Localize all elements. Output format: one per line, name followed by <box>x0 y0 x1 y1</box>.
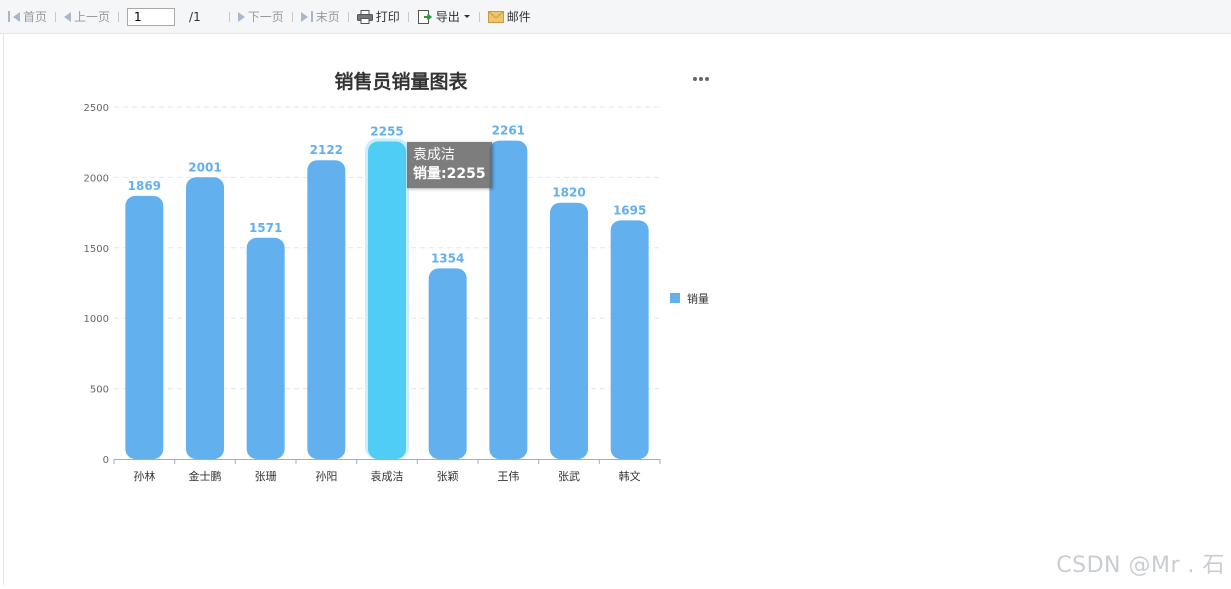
x-tick-label: 张武 <box>558 470 580 483</box>
watermark: CSDN @Mr . 石 <box>1056 547 1225 579</box>
print-button[interactable]: 打印 <box>355 7 402 27</box>
x-tick-label: 张珊 <box>255 470 277 483</box>
y-tick-label: 2500 <box>84 103 109 114</box>
x-tick-label: 张颖 <box>437 470 459 483</box>
export-icon <box>417 9 433 25</box>
y-tick-label: 500 <box>90 385 109 396</box>
y-tick-label: 0 <box>103 455 109 466</box>
first-page-button[interactable]: 首页 <box>6 7 49 27</box>
bar <box>429 268 467 459</box>
more-dot-icon <box>693 77 697 81</box>
bar-value-label: 2255 <box>370 124 403 138</box>
chart-more-menu[interactable] <box>690 72 712 86</box>
chart-tooltip: 袁成洁 销量:2255 <box>407 142 492 188</box>
toolbar-separator <box>348 12 349 22</box>
x-tick-label: 韩文 <box>619 469 641 483</box>
more-dot-icon <box>705 77 709 81</box>
bar-value-label: 2122 <box>310 143 343 157</box>
toolbar-separator <box>479 12 480 22</box>
bar-value-label: 1571 <box>249 221 282 235</box>
chart-container: 销售员销量图表 1869 2001 1571 2122 2255 1354 2261 1820… <box>0 34 1231 585</box>
legend[interactable]: 销量 <box>670 292 709 306</box>
next-page-button[interactable]: 下一页 <box>236 7 286 27</box>
y-tick-label: 1000 <box>84 314 109 325</box>
caret-down-icon <box>463 14 471 20</box>
export-button[interactable]: 导出 <box>415 7 473 27</box>
last-page-label: 末页 <box>316 8 340 25</box>
last-page-icon <box>301 12 308 22</box>
bar-value-label: 1695 <box>613 203 646 217</box>
mail-icon <box>488 11 504 23</box>
prev-page-label: 上一页 <box>74 8 110 25</box>
x-tick-label: 孙林 <box>133 469 155 483</box>
bar <box>247 238 285 459</box>
last-page-bar-icon <box>311 11 313 22</box>
first-page-icon <box>13 12 20 22</box>
x-tick-label: 孙阳 <box>315 470 337 483</box>
y-tick-label: 1500 <box>84 244 109 255</box>
bar <box>550 203 588 459</box>
chart-title: 销售员销量图表 <box>334 70 468 93</box>
toolbar-separator <box>292 12 293 22</box>
page-number-input[interactable] <box>127 8 175 26</box>
last-page-button[interactable]: 末页 <box>299 7 342 27</box>
bar <box>489 141 527 459</box>
x-tick-label: 王伟 <box>497 470 519 483</box>
bar <box>186 177 224 459</box>
sales-bar-chart: 销售员销量图表 1869 2001 1571 2122 2255 1354 2261 1820… <box>0 34 1231 585</box>
bar-value-label: 1820 <box>552 186 585 200</box>
bar-value-label: 2261 <box>492 124 525 138</box>
toolbar-separator <box>229 12 230 22</box>
printer-icon <box>357 10 373 24</box>
bar-value-label: 2001 <box>188 160 221 174</box>
first-page-bar-icon <box>8 11 10 22</box>
bar <box>125 196 163 459</box>
x-tick-label: 金士鹏 <box>189 469 222 483</box>
tooltip-name: 袁成洁 <box>413 146 486 165</box>
bar <box>611 220 649 459</box>
legend-label: 销量 <box>687 292 709 306</box>
x-tick-label: 袁成洁 <box>371 470 404 483</box>
bar <box>307 160 345 459</box>
export-label: 导出 <box>436 8 460 25</box>
mail-button[interactable]: 邮件 <box>486 7 533 27</box>
prev-page-button[interactable]: 上一页 <box>62 7 112 27</box>
prev-page-icon <box>64 12 71 22</box>
mail-label: 邮件 <box>507 8 531 25</box>
print-label: 打印 <box>376 8 400 25</box>
more-dot-icon <box>699 77 703 81</box>
bar-value-label: 1869 <box>128 179 161 193</box>
y-tick-label: 2000 <box>84 173 109 184</box>
toolbar-separator <box>118 12 119 22</box>
legend-swatch <box>670 293 680 303</box>
report-toolbar: 首页 上一页 /1 下一页 末页 打印 导出 <box>0 0 1231 34</box>
bar <box>368 141 406 459</box>
tooltip-value: 销量:2255 <box>413 165 486 184</box>
next-page-label: 下一页 <box>248 8 284 25</box>
next-page-icon <box>238 12 245 22</box>
bar-value-label: 1354 <box>431 251 464 265</box>
page-total: /1 <box>189 10 201 24</box>
toolbar-separator <box>408 12 409 22</box>
toolbar-separator <box>55 12 56 22</box>
first-page-label: 首页 <box>23 8 47 25</box>
